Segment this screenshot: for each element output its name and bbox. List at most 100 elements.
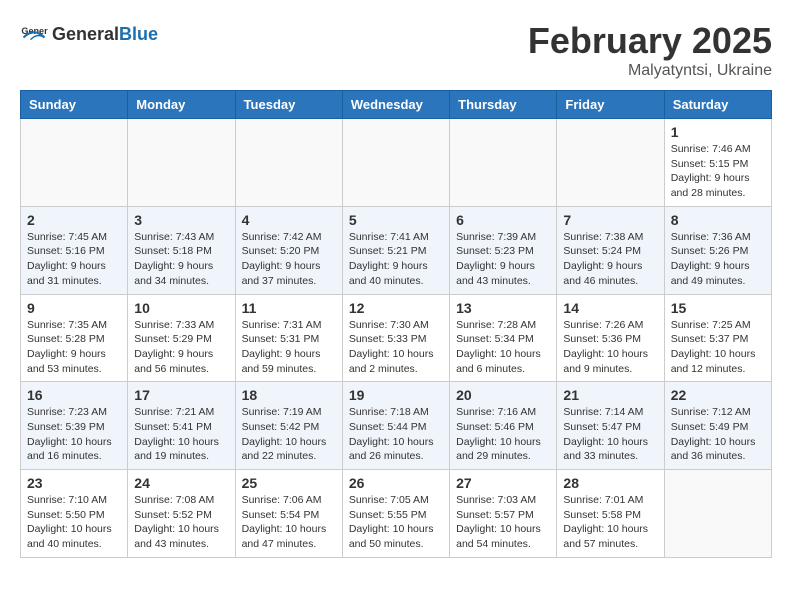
day-info: Sunrise: 7:45 AM Sunset: 5:16 PM Dayligh… — [27, 231, 107, 287]
day-number: 9 — [27, 300, 121, 316]
day-number: 17 — [134, 387, 228, 403]
calendar-week-row: 16 Sunrise: 7:23 AM Sunset: 5:39 PM Dayli… — [21, 382, 772, 470]
day-number: 4 — [242, 212, 336, 228]
calendar-day-cell: 4 Sunrise: 7:42 AM Sunset: 5:20 PM Daylig… — [235, 206, 342, 294]
calendar-day-cell: 11 Sunrise: 7:31 AM Sunset: 5:31 PM Dayli… — [235, 294, 342, 382]
calendar-day-cell: 26Sunrise: 7:05 AM Sunset: 5:55 PM Dayli… — [342, 470, 449, 558]
day-info: Sunrise: 7:46 AM Sunset: 5:15 PM Dayligh… — [671, 143, 751, 199]
day-info: Sunrise: 7:18 AM Sunset: 5:44 PM Dayligh… — [349, 406, 434, 462]
calendar-header-row: SundayMondayTuesdayWednesdayThursdayFrid… — [21, 91, 772, 119]
day-number: 2 — [27, 212, 121, 228]
day-number: 24 — [134, 475, 228, 491]
logo-general: GeneralBlue — [52, 24, 158, 45]
calendar-week-row: 1 Sunrise: 7:46 AM Sunset: 5:15 PM Daylig… — [21, 119, 772, 207]
day-number: 12 — [349, 300, 443, 316]
day-info: Sunrise: 7:26 AM Sunset: 5:36 PM Dayligh… — [563, 319, 648, 375]
day-info: Sunrise: 7:10 AM Sunset: 5:50 PM Dayligh… — [27, 494, 112, 550]
day-number: 8 — [671, 212, 765, 228]
day-number: 28 — [563, 475, 657, 491]
calendar-day-cell — [235, 119, 342, 207]
day-number: 16 — [27, 387, 121, 403]
day-number: 10 — [134, 300, 228, 316]
day-info: Sunrise: 7:08 AM Sunset: 5:52 PM Dayligh… — [134, 494, 219, 550]
weekday-header: Sunday — [21, 91, 128, 119]
calendar-day-cell — [557, 119, 664, 207]
calendar-day-cell — [342, 119, 449, 207]
day-info: Sunrise: 7:31 AM Sunset: 5:31 PM Dayligh… — [242, 319, 322, 375]
day-info: Sunrise: 7:38 AM Sunset: 5:24 PM Dayligh… — [563, 231, 643, 287]
calendar-day-cell: 7 Sunrise: 7:38 AM Sunset: 5:24 PM Daylig… — [557, 206, 664, 294]
day-number: 14 — [563, 300, 657, 316]
calendar-day-cell: 28 Sunrise: 7:01 AM Sunset: 5:58 PM Dayli… — [557, 470, 664, 558]
day-number: 11 — [242, 300, 336, 316]
calendar-day-cell — [128, 119, 235, 207]
calendar-day-cell: 5 Sunrise: 7:41 AM Sunset: 5:21 PM Daylig… — [342, 206, 449, 294]
calendar-day-cell: 16 Sunrise: 7:23 AM Sunset: 5:39 PM Dayli… — [21, 382, 128, 470]
day-info: Sunrise: 7:42 AM Sunset: 5:20 PM Dayligh… — [242, 231, 322, 287]
day-info: Sunrise: 7:36 AM Sunset: 5:26 PM Dayligh… — [671, 231, 751, 287]
day-info: Sunrise: 7:43 AM Sunset: 5:18 PM Dayligh… — [134, 231, 214, 287]
weekday-header: Wednesday — [342, 91, 449, 119]
calendar-day-cell: 6 Sunrise: 7:39 AM Sunset: 5:23 PM Daylig… — [450, 206, 557, 294]
month-year: February 2025 — [528, 20, 772, 62]
calendar-title: February 2025 Malyatyntsi, Ukraine — [528, 20, 772, 80]
day-info: Sunrise: 7:25 AM Sunset: 5:37 PM Dayligh… — [671, 319, 756, 375]
day-number: 7 — [563, 212, 657, 228]
calendar-week-row: 2 Sunrise: 7:45 AM Sunset: 5:16 PM Daylig… — [21, 206, 772, 294]
location: Malyatyntsi, Ukraine — [528, 62, 772, 80]
calendar-week-row: 23 Sunrise: 7:10 AM Sunset: 5:50 PM Dayli… — [21, 470, 772, 558]
day-number: 18 — [242, 387, 336, 403]
day-number: 15 — [671, 300, 765, 316]
day-number: 21 — [563, 387, 657, 403]
day-number: 20 — [456, 387, 550, 403]
calendar-day-cell: 22 Sunrise: 7:12 AM Sunset: 5:49 PM Dayli… — [664, 382, 771, 470]
day-number: 27 — [456, 475, 550, 491]
calendar-week-row: 9 Sunrise: 7:35 AM Sunset: 5:28 PM Daylig… — [21, 294, 772, 382]
calendar-day-cell: 18 Sunrise: 7:19 AM Sunset: 5:42 PM Dayli… — [235, 382, 342, 470]
calendar-day-cell: 25Sunrise: 7:06 AM Sunset: 5:54 PM Dayli… — [235, 470, 342, 558]
calendar-day-cell: 23 Sunrise: 7:10 AM Sunset: 5:50 PM Dayli… — [21, 470, 128, 558]
calendar-day-cell — [450, 119, 557, 207]
weekday-header: Monday — [128, 91, 235, 119]
calendar-day-cell: 15 Sunrise: 7:25 AM Sunset: 5:37 PM Dayli… — [664, 294, 771, 382]
day-info: Sunrise: 7:35 AM Sunset: 5:28 PM Dayligh… — [27, 319, 107, 375]
calendar-day-cell: 8 Sunrise: 7:36 AM Sunset: 5:26 PM Daylig… — [664, 206, 771, 294]
calendar-day-cell: 12 Sunrise: 7:30 AM Sunset: 5:33 PM Dayli… — [342, 294, 449, 382]
day-number: 22 — [671, 387, 765, 403]
calendar-table: SundayMondayTuesdayWednesdayThursdayFrid… — [20, 90, 772, 558]
calendar-day-cell: 24 Sunrise: 7:08 AM Sunset: 5:52 PM Dayli… — [128, 470, 235, 558]
weekday-header: Friday — [557, 91, 664, 119]
day-info: Sunrise: 7:03 AM Sunset: 5:57 PM Dayligh… — [456, 494, 541, 550]
weekday-header: Tuesday — [235, 91, 342, 119]
day-number: 5 — [349, 212, 443, 228]
day-number: 6 — [456, 212, 550, 228]
calendar-day-cell: 3 Sunrise: 7:43 AM Sunset: 5:18 PM Daylig… — [128, 206, 235, 294]
calendar-day-cell: 27 Sunrise: 7:03 AM Sunset: 5:57 PM Dayli… — [450, 470, 557, 558]
calendar-day-cell — [664, 470, 771, 558]
day-info: Sunrise: 7:30 AM Sunset: 5:33 PM Dayligh… — [349, 319, 434, 375]
logo: General GeneralBlue — [20, 20, 158, 48]
day-number: 23 — [27, 475, 121, 491]
day-info: Sunrise: 7:41 AM Sunset: 5:21 PM Dayligh… — [349, 231, 429, 287]
day-info: Sunrise: 7:01 AM Sunset: 5:58 PM Dayligh… — [563, 494, 648, 550]
day-number: 25 — [242, 475, 336, 491]
calendar-day-cell: 1 Sunrise: 7:46 AM Sunset: 5:15 PM Daylig… — [664, 119, 771, 207]
calendar-day-cell: 20 Sunrise: 7:16 AM Sunset: 5:46 PM Dayli… — [450, 382, 557, 470]
calendar-day-cell: 19 Sunrise: 7:18 AM Sunset: 5:44 PM Dayli… — [342, 382, 449, 470]
calendar-day-cell: 21 Sunrise: 7:14 AM Sunset: 5:47 PM Dayli… — [557, 382, 664, 470]
logo-icon: General — [20, 20, 48, 48]
day-number: 19 — [349, 387, 443, 403]
day-info: Sunrise: 7:16 AM Sunset: 5:46 PM Dayligh… — [456, 406, 541, 462]
day-info: Sunrise: 7:19 AM Sunset: 5:42 PM Dayligh… — [242, 406, 327, 462]
calendar-day-cell: 9 Sunrise: 7:35 AM Sunset: 5:28 PM Daylig… — [21, 294, 128, 382]
day-number: 3 — [134, 212, 228, 228]
calendar-day-cell: 17Sunrise: 7:21 AM Sunset: 5:41 PM Dayli… — [128, 382, 235, 470]
day-info: Sunrise: 7:23 AM Sunset: 5:39 PM Dayligh… — [27, 406, 112, 462]
calendar-day-cell: 2 Sunrise: 7:45 AM Sunset: 5:16 PM Daylig… — [21, 206, 128, 294]
day-info: Sunrise: 7:12 AM Sunset: 5:49 PM Dayligh… — [671, 406, 756, 462]
day-number: 1 — [671, 124, 765, 140]
day-number: 26 — [349, 475, 443, 491]
calendar-day-cell: 10Sunrise: 7:33 AM Sunset: 5:29 PM Dayli… — [128, 294, 235, 382]
day-info: Sunrise: 7:14 AM Sunset: 5:47 PM Dayligh… — [563, 406, 648, 462]
day-info: Sunrise: 7:39 AM Sunset: 5:23 PM Dayligh… — [456, 231, 536, 287]
